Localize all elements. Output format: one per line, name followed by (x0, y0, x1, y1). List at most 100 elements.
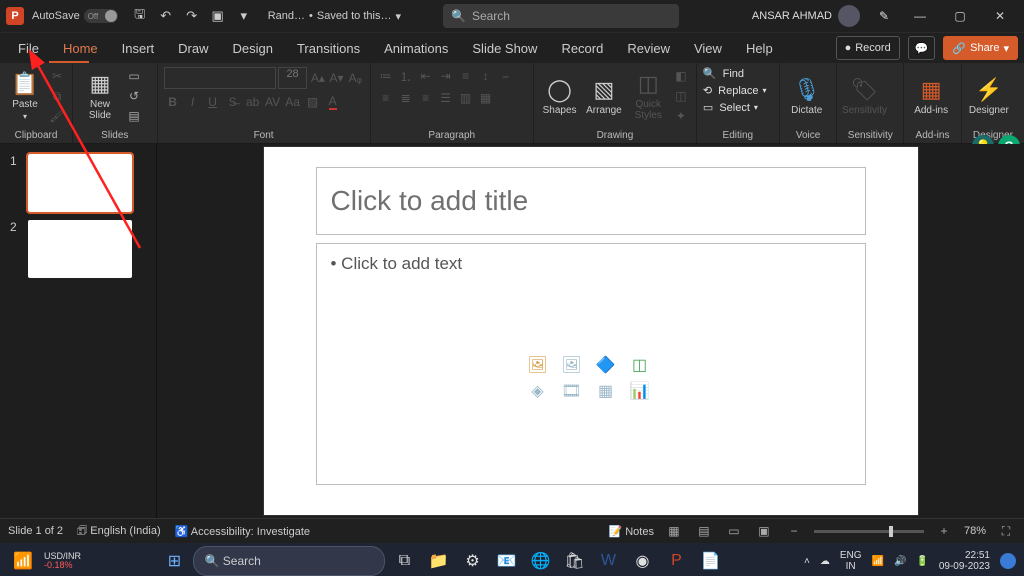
search-input[interactable]: 🔍 Search (443, 4, 679, 28)
tab-help[interactable]: Help (734, 33, 785, 63)
save-icon[interactable]: 🖫 (128, 4, 152, 28)
insert-table-icon[interactable]: ▦ (596, 381, 616, 401)
decrease-font-icon[interactable]: A▾ (328, 69, 345, 87)
line-spacing-icon[interactable]: ≡ (457, 67, 475, 85)
slide-canvas[interactable]: Click to add title • Click to add text 🖼… (264, 147, 918, 515)
powerpoint-icon[interactable]: P (661, 546, 691, 576)
char-spacing-icon[interactable]: AV (264, 93, 282, 111)
task-view-icon[interactable]: ⧉ (389, 546, 419, 576)
font-family-select[interactable] (164, 67, 276, 89)
quick-styles-button[interactable]: ◫ Quick Styles (629, 67, 668, 125)
comments-button[interactable]: 💬 (908, 36, 936, 60)
italic-icon[interactable]: I (184, 93, 202, 111)
settings-icon[interactable]: ⚙ (457, 546, 487, 576)
insert-icon-icon[interactable]: 🔷 (596, 355, 616, 375)
share-button[interactable]: 🔗 Share ▾ (943, 36, 1018, 60)
minimize-button[interactable]: ― (900, 0, 940, 32)
align-left-icon[interactable]: ≡ (377, 89, 395, 107)
title-placeholder[interactable]: Click to add title (316, 167, 866, 235)
zoom-slider[interactable] (814, 530, 924, 533)
close-button[interactable]: ✕ (980, 0, 1020, 32)
tab-insert[interactable]: Insert (110, 33, 167, 63)
insert-smartart-icon[interactable]: ◫ (630, 355, 650, 375)
replace-button[interactable]: ⟲Replace▾ (703, 84, 767, 97)
content-placeholder[interactable]: • Click to add text 🖼 🖼 🔷 ◫ ◈ 🎞 ▦ 📊 (316, 243, 866, 485)
strikethrough-icon[interactable]: S̶ (224, 93, 242, 111)
increase-font-icon[interactable]: A▴ (309, 69, 326, 87)
dictate-button[interactable]: 🎙 Dictate (786, 67, 828, 125)
columns-icon[interactable]: ▥ (457, 89, 475, 107)
tab-transitions[interactable]: Transitions (285, 33, 372, 63)
insert-picture-icon[interactable]: 🖼 (562, 355, 582, 375)
layout-icon[interactable]: ▭ (125, 67, 143, 85)
tray-onedrive-icon[interactable]: ☁ (820, 556, 830, 567)
copy-icon[interactable]: ⧉ (48, 87, 66, 105)
battery-icon[interactable]: 🔋 (916, 556, 928, 567)
sorter-view-icon[interactable]: ▤ (694, 522, 714, 540)
addins-button[interactable]: ▦ Add-ins (910, 67, 952, 125)
accessibility-button[interactable]: ♿ Accessibility: Investigate (175, 525, 310, 538)
shadow-icon[interactable]: ab (244, 93, 262, 111)
slideshow-view-icon[interactable]: ▣ (754, 522, 774, 540)
new-slide-button[interactable]: ▦ New Slide (79, 67, 121, 125)
designer-button[interactable]: ⚡ Designer (968, 67, 1010, 125)
insert-chart-icon[interactable]: 📊 (630, 381, 650, 401)
language-button[interactable]: 🗊 English (India) (77, 522, 161, 541)
redo-icon[interactable]: ↷ (180, 4, 204, 28)
numbering-icon[interactable]: ⒈ (397, 67, 415, 85)
undo-icon[interactable]: ↶ (154, 4, 178, 28)
fit-to-window-icon[interactable]: ⛶ (996, 522, 1016, 540)
shape-fill-icon[interactable]: ◧ (672, 67, 690, 85)
word-icon[interactable]: W (593, 546, 623, 576)
clear-formatting-icon[interactable]: Aᵩ (347, 69, 364, 87)
volume-icon[interactable]: 🔊 (894, 556, 906, 567)
reading-view-icon[interactable]: ▭ (724, 522, 744, 540)
change-case-icon[interactable]: Aa (284, 93, 302, 111)
qa-more-icon[interactable]: ▾ (232, 4, 256, 28)
insert-stock-icon[interactable]: 🖼 (528, 355, 548, 375)
explorer-icon[interactable]: 📁 (423, 546, 453, 576)
text-direction-icon[interactable]: ↕ (477, 67, 495, 85)
widgets-button[interactable]: 📶 (8, 546, 38, 576)
chrome-icon[interactable]: ◉ (627, 546, 657, 576)
tab-record[interactable]: Record (549, 33, 615, 63)
section-icon[interactable]: ▤ (125, 107, 143, 125)
shape-outline-icon[interactable]: ◫ (672, 87, 690, 105)
tray-chevron-icon[interactable]: ˄ (804, 556, 810, 567)
from-beginning-icon[interactable]: ▣ (206, 4, 230, 28)
clock[interactable]: 22:51 09-09-2023 (939, 550, 990, 572)
shape-effects-icon[interactable]: ✦ (672, 107, 690, 125)
thumbnail-1[interactable]: 1 (0, 150, 156, 216)
file-title[interactable]: Rand… • Saved to this… ▾ (268, 10, 401, 23)
increase-indent-icon[interactable]: ⇥ (437, 67, 455, 85)
cut-icon[interactable]: ✂ (48, 67, 66, 85)
widgets-ticker[interactable]: USD/INR -0.18% (44, 552, 81, 570)
decrease-indent-icon[interactable]: ⇤ (417, 67, 435, 85)
tab-home[interactable]: Home (51, 33, 110, 63)
paste-button[interactable]: 📋 Paste ▾ (6, 67, 44, 125)
reset-icon[interactable]: ↺ (125, 87, 143, 105)
account-button[interactable]: ANSAR AHMAD (752, 5, 860, 27)
record-button[interactable]: ● Record (836, 36, 900, 60)
mail-icon[interactable]: 📧 (491, 546, 521, 576)
highlight-icon[interactable]: ▨ (304, 93, 322, 111)
notepad-icon[interactable]: 📄 (695, 546, 725, 576)
select-button[interactable]: ▭Select▾ (703, 101, 767, 114)
language-indicator[interactable]: ENGIN (840, 550, 862, 572)
font-size-select[interactable]: 28 (278, 67, 308, 89)
store-icon[interactable]: 🛍 (559, 546, 589, 576)
taskbar-search[interactable]: 🔍 Search (193, 546, 385, 576)
tab-design[interactable]: Design (221, 33, 285, 63)
insert-video-icon[interactable]: 🎞 (562, 381, 582, 401)
notes-button[interactable]: 📝 Notes (608, 525, 654, 538)
autosave-toggle[interactable]: AutoSave Off (32, 9, 118, 23)
wifi-icon[interactable]: 📶 (871, 556, 883, 567)
notifications-icon[interactable] (1000, 553, 1016, 569)
tab-view[interactable]: View (682, 33, 734, 63)
bullets-icon[interactable]: ≔ (377, 67, 395, 85)
sensitivity-button[interactable]: 🏷 Sensitivity (843, 67, 885, 125)
align-center-icon[interactable]: ≣ (397, 89, 415, 107)
normal-view-icon[interactable]: ▦ (664, 522, 684, 540)
align-text-icon[interactable]: ⎯ (497, 67, 515, 85)
bold-icon[interactable]: B (164, 93, 182, 111)
